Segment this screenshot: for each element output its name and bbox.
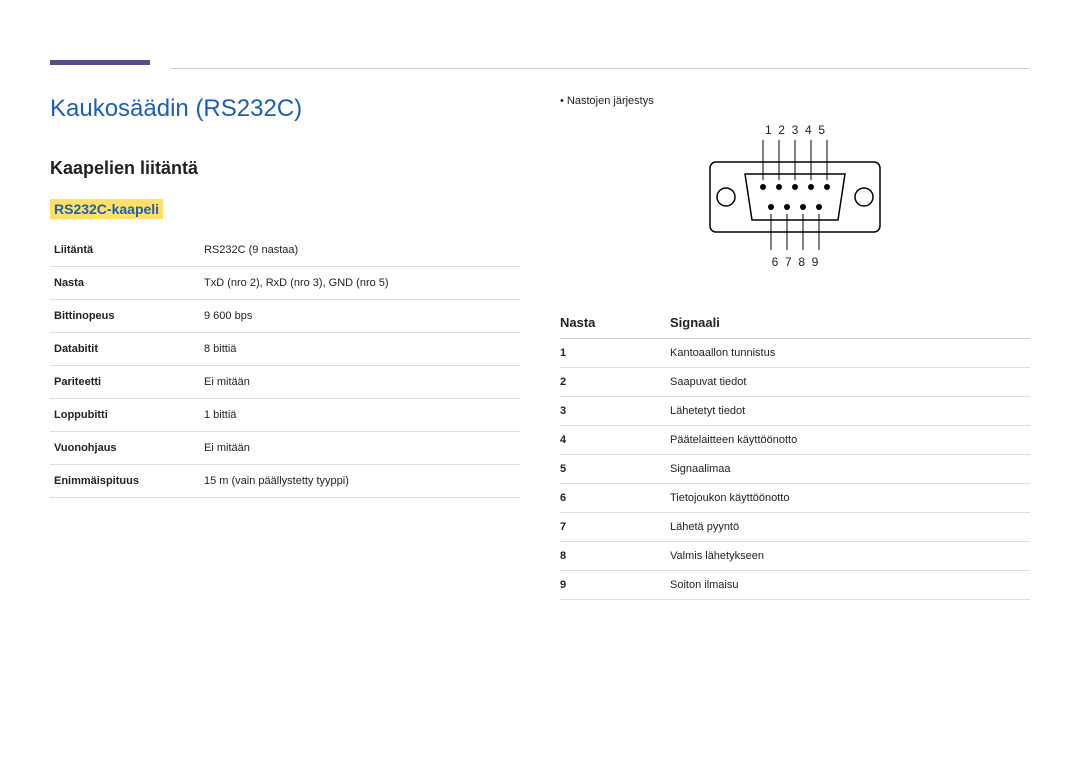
pin-number: 1 bbox=[560, 339, 670, 368]
spec-value: TxD (nro 2), RxD (nro 3), GND (nro 5) bbox=[200, 267, 520, 300]
spec-label: Pariteetti bbox=[50, 366, 200, 399]
pin-signal: Saapuvat tiedot bbox=[670, 368, 1030, 397]
bottom-pin-numbers: 6 7 8 9 bbox=[772, 255, 819, 269]
table-row: 4Päätelaitteen käyttöönotto bbox=[560, 426, 1030, 455]
pin-number: 7 bbox=[560, 513, 670, 542]
page-title: Kaukosäädin (RS232C) bbox=[50, 95, 520, 123]
pin-table-header: Nasta Signaali bbox=[560, 307, 1030, 339]
table-row: LiitäntäRS232C (9 nastaa) bbox=[50, 234, 520, 267]
spec-value: 8 bittiä bbox=[200, 333, 520, 366]
table-row: Enimmäispituus15 m (vain päällystetty ty… bbox=[50, 465, 520, 498]
table-row: VuonohjausEi mitään bbox=[50, 432, 520, 465]
spec-value: 1 bittiä bbox=[200, 399, 520, 432]
table-row: 1Kantoaallon tunnistus bbox=[560, 339, 1030, 368]
pin-order-label: Nastojen järjestys bbox=[560, 95, 1030, 107]
table-row: 9Soiton ilmaisu bbox=[560, 571, 1030, 600]
pin-number: 9 bbox=[560, 571, 670, 600]
spec-value: 9 600 bps bbox=[200, 300, 520, 333]
connector-diagram: 1 2 3 4 5 bbox=[560, 122, 1030, 277]
pin-header-col1: Nasta bbox=[560, 315, 670, 330]
left-column: Kaukosäädin (RS232C) Kaapelien liitäntä … bbox=[50, 95, 520, 600]
table-row: 3Lähetetyt tiedot bbox=[560, 397, 1030, 426]
table-row: 7Lähetä pyyntö bbox=[560, 513, 1030, 542]
cable-heading: RS232C-kaapeli bbox=[50, 199, 163, 219]
pin-signal: Signaalimaa bbox=[670, 455, 1030, 484]
pin-signal: Päätelaitteen käyttöönotto bbox=[670, 426, 1030, 455]
spec-label: Databitit bbox=[50, 333, 200, 366]
table-row: 2Saapuvat tiedot bbox=[560, 368, 1030, 397]
spec-label: Nasta bbox=[50, 267, 200, 300]
pin-signal: Kantoaallon tunnistus bbox=[670, 339, 1030, 368]
spec-label: Enimmäispituus bbox=[50, 465, 200, 498]
pin-header-col2: Signaali bbox=[670, 315, 1030, 330]
spec-label: Loppubitti bbox=[50, 399, 200, 432]
pin-number: 8 bbox=[560, 542, 670, 571]
section-subtitle: Kaapelien liitäntä bbox=[50, 158, 520, 179]
header-rule bbox=[170, 68, 1030, 69]
table-row: Bittinopeus9 600 bps bbox=[50, 300, 520, 333]
spec-table: LiitäntäRS232C (9 nastaa)NastaTxD (nro 2… bbox=[50, 234, 520, 498]
spec-label: Liitäntä bbox=[50, 234, 200, 267]
pin-number: 4 bbox=[560, 426, 670, 455]
spec-label: Bittinopeus bbox=[50, 300, 200, 333]
pin-number: 3 bbox=[560, 397, 670, 426]
right-column: Nastojen järjestys 1 2 3 4 5 bbox=[560, 95, 1030, 600]
table-row: 6Tietojoukon käyttöönotto bbox=[560, 484, 1030, 513]
pin-number: 6 bbox=[560, 484, 670, 513]
page-content: Kaukosäädin (RS232C) Kaapelien liitäntä … bbox=[50, 95, 1030, 600]
pin-signal: Soiton ilmaisu bbox=[670, 571, 1030, 600]
pin-signal: Tietojoukon käyttöönotto bbox=[670, 484, 1030, 513]
db9-connector-icon: 1 2 3 4 5 bbox=[690, 122, 900, 272]
table-row: NastaTxD (nro 2), RxD (nro 3), GND (nro … bbox=[50, 267, 520, 300]
spec-value: Ei mitään bbox=[200, 432, 520, 465]
pin-number: 5 bbox=[560, 455, 670, 484]
spec-value: Ei mitään bbox=[200, 366, 520, 399]
top-pin-numbers: 1 2 3 4 5 bbox=[765, 123, 825, 137]
table-row: 5Signaalimaa bbox=[560, 455, 1030, 484]
table-row: PariteettiEi mitään bbox=[50, 366, 520, 399]
spec-value: RS232C (9 nastaa) bbox=[200, 234, 520, 267]
spec-value: 15 m (vain päällystetty tyyppi) bbox=[200, 465, 520, 498]
table-row: 8Valmis lähetykseen bbox=[560, 542, 1030, 571]
pin-number: 2 bbox=[560, 368, 670, 397]
table-row: Databitit8 bittiä bbox=[50, 333, 520, 366]
table-row: Loppubitti1 bittiä bbox=[50, 399, 520, 432]
pin-signal: Valmis lähetykseen bbox=[670, 542, 1030, 571]
pin-signal: Lähetä pyyntö bbox=[670, 513, 1030, 542]
spec-label: Vuonohjaus bbox=[50, 432, 200, 465]
pin-table: 1Kantoaallon tunnistus2Saapuvat tiedot3L… bbox=[560, 339, 1030, 600]
header-accent bbox=[50, 60, 150, 65]
pin-signal: Lähetetyt tiedot bbox=[670, 397, 1030, 426]
